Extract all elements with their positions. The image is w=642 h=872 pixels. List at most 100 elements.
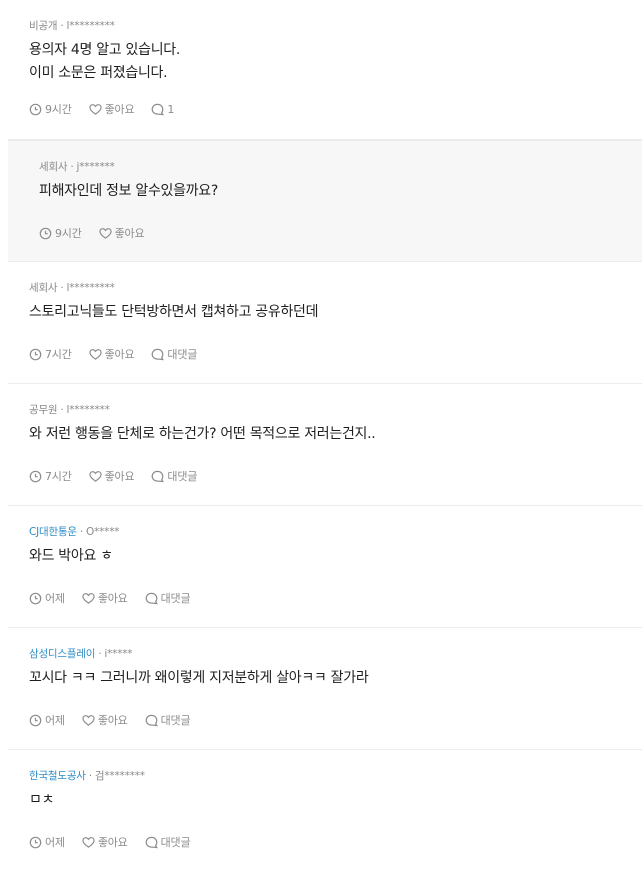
meta-separator: ·: [60, 282, 64, 294]
comment-line: 용의자 4명 알고 있습니다.: [29, 42, 181, 58]
comment-line: 꼬시다 ㅋㅋ 그러니까 왜이렇게 지저분하게 살아ㅋㅋ 잘가라: [29, 670, 369, 686]
clock-icon: [29, 103, 42, 115]
reply-button[interactable]: 대댓글: [151, 346, 197, 362]
reply-button[interactable]: 1: [151, 103, 174, 116]
comment-meta: 비공개 · l*********: [29, 19, 642, 33]
heart-icon: [82, 836, 95, 848]
heart-icon: [88, 348, 102, 360]
reply-count: 1: [167, 102, 175, 116]
comment-body: 꼬시다 ㅋㅋ 그러니까 왜이렇게 지저분하게 살아ㅋㅋ 잘가라: [29, 667, 642, 690]
comment-item: 한국철도공사 · 검******** ㅁㅊ 어제 좋아요 대댓글: [8, 750, 642, 872]
time-stamp: 7시간: [29, 468, 72, 484]
comment-body: 피해자인데 정보 알수있을까요?: [39, 180, 642, 203]
reply-button[interactable]: 대댓글: [145, 590, 191, 606]
meta-separator: ·: [79, 526, 84, 538]
heart-icon: [98, 227, 112, 239]
time-stamp: 9시간: [29, 101, 72, 117]
reply-label: 대댓글: [160, 836, 191, 849]
comment-line: ㅁㅊ: [29, 792, 55, 808]
company-name[interactable]: CJ대한통운: [29, 526, 77, 538]
speech-bubble-icon: [152, 470, 165, 482]
time-label: 7시간: [45, 470, 72, 483]
comment-item: 비공개 · l********* 용의자 4명 알고 있습니다. 이미 소문은 퍼졌…: [8, 0, 642, 140]
comment-line: 피해자인데 정보 알수있을까요?: [39, 183, 218, 199]
heart-icon: [82, 592, 95, 604]
time-label: 7시간: [45, 348, 72, 361]
clock-icon: [29, 714, 42, 726]
time-label: 어제: [45, 592, 65, 605]
speech-bubble-icon: [152, 348, 165, 360]
like-label: 좋아요: [97, 592, 128, 605]
username: O*****: [86, 526, 120, 538]
like-button[interactable]: 좋아요: [88, 101, 135, 117]
heart-icon: [88, 103, 102, 115]
like-button[interactable]: 좋아요: [88, 346, 135, 362]
heart-icon: [82, 714, 95, 726]
like-button[interactable]: 좋아요: [88, 468, 135, 484]
company-name[interactable]: 공무원: [29, 404, 58, 416]
comment-line: 이미 소문은 퍼졌습니다.: [29, 65, 168, 81]
reply-label: 대댓글: [160, 714, 191, 727]
comment-line: 와드 박아요 ㅎ: [29, 548, 113, 564]
heart-icon: [88, 470, 102, 482]
reply-button[interactable]: 대댓글: [145, 712, 191, 728]
company-name[interactable]: 세회사: [29, 282, 58, 294]
like-label: 좋아요: [97, 836, 128, 849]
time-label: 어제: [45, 714, 65, 727]
username: j*******: [76, 161, 115, 173]
meta-separator: ·: [98, 648, 102, 660]
comment-meta: 공무원 · l********: [29, 403, 642, 417]
reply-button[interactable]: 대댓글: [151, 468, 197, 484]
time-label: 9시간: [45, 103, 72, 116]
comment-actions: 어제 좋아요 대댓글: [29, 590, 207, 606]
time-label: 어제: [45, 836, 65, 849]
comment-body: 용의자 4명 알고 있습니다. 이미 소문은 퍼졌습니다.: [29, 39, 642, 85]
speech-bubble-icon: [145, 836, 158, 848]
comment-meta: 세회사 · j*******: [39, 160, 642, 174]
time-stamp: 어제: [29, 712, 65, 728]
like-label: 좋아요: [104, 103, 135, 116]
like-button[interactable]: 좋아요: [82, 590, 128, 606]
reply-button[interactable]: 대댓글: [145, 834, 191, 850]
like-label: 좋아요: [104, 470, 135, 483]
comment-actions: 9시간 좋아요 1: [29, 101, 191, 117]
reply-label: 대댓글: [167, 348, 198, 361]
comment-item: 삼성디스플레이 · i***** 꼬시다 ㅋㅋ 그러니까 왜이렇게 지저분하게 살아…: [8, 628, 642, 750]
company-name[interactable]: 비공개: [29, 20, 58, 32]
reply-comment-item: 세회사 · j******* 피해자인데 정보 알수있을까요? 9시간 좋아요: [8, 140, 642, 262]
like-button[interactable]: 좋아요: [82, 712, 128, 728]
clock-icon: [29, 470, 42, 482]
time-stamp: 어제: [29, 590, 65, 606]
company-name[interactable]: 세회사: [39, 161, 68, 173]
comment-meta: 한국철도공사 · 검********: [29, 769, 642, 783]
comment-line: 스토리고닉들도 단턱방하면서 캡쳐하고 공유하던데: [29, 304, 319, 320]
speech-bubble-icon: [145, 592, 158, 604]
username: l********: [66, 404, 110, 416]
reply-label: 대댓글: [160, 592, 191, 605]
comment-feed: 비공개 · l********* 용의자 4명 알고 있습니다. 이미 소문은 퍼졌…: [0, 0, 642, 872]
comment-item: CJ대한통운 · O***** 와드 박아요 ㅎ 어제 좋아요 대댓글: [8, 506, 642, 628]
like-button[interactable]: 좋아요: [98, 225, 145, 241]
comment-actions: 어제 좋아요 대댓글: [29, 712, 207, 728]
company-name[interactable]: 삼성디스플레이: [29, 648, 95, 660]
username: 검********: [94, 770, 145, 782]
speech-bubble-icon: [152, 103, 165, 115]
meta-separator: ·: [60, 20, 64, 32]
like-button[interactable]: 좋아요: [82, 834, 128, 850]
speech-bubble-icon: [145, 714, 158, 726]
comment-body: 와 저런 행동을 단체로 하는건가? 어떤 목적으로 저러는건지..: [29, 423, 642, 446]
company-name[interactable]: 한국철도공사: [29, 770, 86, 782]
clock-icon: [29, 836, 42, 848]
clock-icon: [39, 227, 52, 239]
comment-body: ㅁㅊ: [29, 789, 642, 812]
username: l*********: [66, 282, 115, 294]
comment-actions: 9시간 좋아요: [39, 225, 161, 241]
meta-separator: ·: [88, 770, 92, 782]
like-label: 좋아요: [104, 348, 135, 361]
comment-item: 공무원 · l******** 와 저런 행동을 단체로 하는건가? 어떤 목적으로…: [8, 384, 642, 506]
comment-meta: 세회사 · l*********: [29, 281, 642, 295]
comment-body: 와드 박아요 ㅎ: [29, 545, 642, 568]
comment-body: 스토리고닉들도 단턱방하면서 캡쳐하고 공유하던데: [29, 301, 642, 324]
time-stamp: 어제: [29, 834, 65, 850]
time-stamp: 7시간: [29, 346, 72, 362]
